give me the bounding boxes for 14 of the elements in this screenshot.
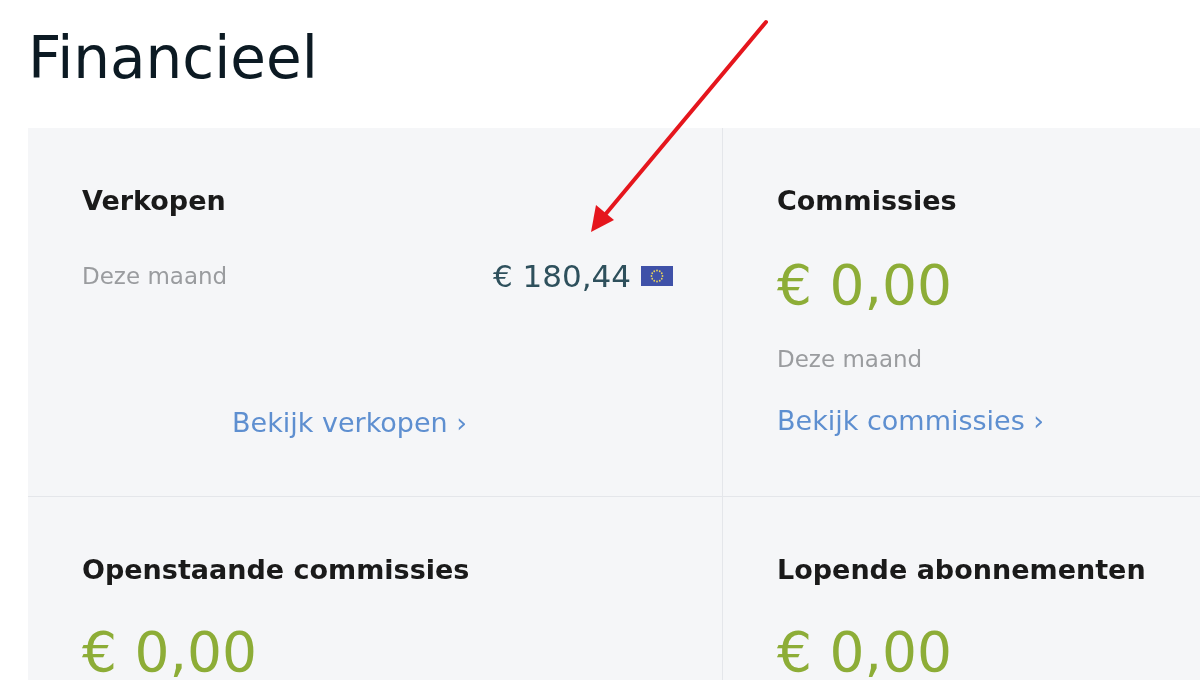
page-title: Financieel [28, 24, 319, 92]
amount-value: € 0,00 [82, 620, 257, 680]
period-label: Deze maand [777, 345, 923, 373]
view-link[interactable]: Bekijk commissies › [777, 405, 1045, 437]
flag-icon [641, 266, 673, 286]
period-label: Deze maand [82, 262, 228, 290]
card-title: Commissies [777, 185, 958, 217]
amount-value: € 0,00 [777, 620, 952, 680]
amount-value: € 0,00 [777, 253, 952, 317]
amount-value: € 180,44 [492, 258, 631, 294]
card-title: Openstaande commissies [82, 554, 471, 586]
view-link[interactable]: Bekijk verkopen › [232, 407, 468, 439]
card-title: Lopende abonnementen [777, 554, 1147, 586]
card-title: Verkopen [82, 185, 227, 217]
